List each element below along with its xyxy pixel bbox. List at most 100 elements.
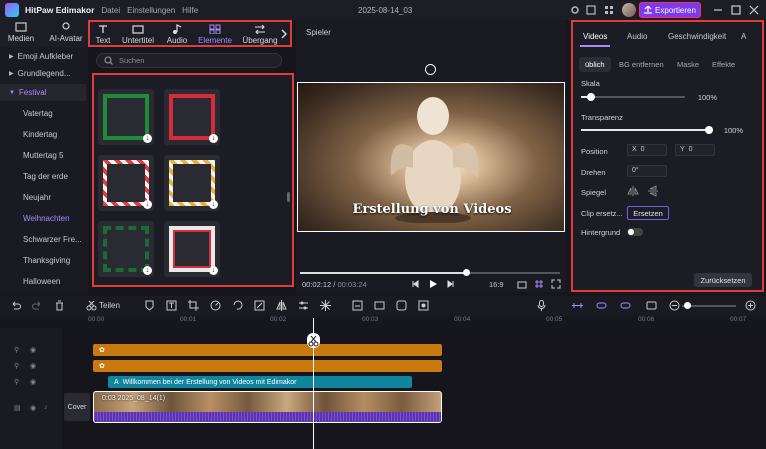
reset-button[interactable]: Zurücksetzen [694,273,752,287]
save-icon[interactable] [586,5,596,15]
rotate-handle-icon[interactable] [425,64,436,75]
track-lock-icon[interactable]: ⚲ [14,378,19,386]
menu-datei[interactable]: Datei [101,6,120,15]
subtab-maske[interactable]: Maske [677,60,699,69]
subtab-effekte[interactable]: Effekte [712,60,735,69]
preview-quality-icon[interactable] [646,300,657,311]
chevron-right-icon[interactable] [280,29,288,39]
effects-icon[interactable] [320,300,331,311]
subtab-ueblich[interactable]: üblich [579,57,611,72]
replace-button[interactable]: Ersetzen [627,206,669,220]
zoom-in-icon[interactable] [745,300,756,311]
grid-guide-icon[interactable] [534,279,544,289]
flip-horizontal-icon[interactable] [627,185,639,197]
subtab-bg-entfernen[interactable]: BG entfernen [619,60,664,69]
track-mute-icon[interactable]: ♪ [44,404,48,411]
close-icon[interactable] [748,4,760,16]
cover-button[interactable]: Cover [64,393,90,421]
adjust-icon[interactable] [298,300,309,311]
prev-frame-icon[interactable] [410,279,420,289]
position-x-field[interactable]: X 0 [627,144,667,156]
opacity-slider[interactable] [581,126,713,134]
track-visibility-icon[interactable]: ◉ [30,346,36,354]
freeze-icon[interactable] [254,300,265,311]
rotate-tool-icon[interactable] [232,300,243,311]
sidebar-item-schwarzer-freitag[interactable]: Schwarzer Fre... [0,231,86,248]
sidebar-item-neujahr[interactable]: Neujahr [0,189,86,206]
download-icon[interactable]: ↓ [143,134,152,143]
sidebar-item-thanksgiving[interactable]: Thanksgiving [0,252,86,269]
grid-icon[interactable] [604,5,614,15]
delete-icon[interactable] [54,300,65,311]
sticker-track-clip[interactable]: ✿ [93,360,442,372]
aspect-ratio-select[interactable]: 16:9 [489,280,504,289]
playhead-scissors-icon[interactable] [307,333,320,348]
track-lock-icon[interactable]: ⚲ [14,346,19,354]
download-icon[interactable]: ↓ [143,200,152,209]
snapshot-icon[interactable] [517,279,527,289]
sidebar-item-vatertag[interactable]: Vatertag [0,105,86,122]
download-icon[interactable]: ↓ [209,266,218,275]
tab-elemente[interactable]: Elemente [196,24,234,45]
next-frame-icon[interactable] [446,279,456,289]
crop-icon[interactable] [188,300,199,311]
sidebar-item-halloween[interactable]: Halloween [0,273,86,290]
opacity-knob[interactable] [705,126,713,134]
voice-tool-icon[interactable] [418,300,429,311]
tab-medien[interactable]: Medien [6,22,36,43]
link-icon[interactable] [596,300,607,311]
sidebar-item-kindertag[interactable]: Kindertag [0,126,86,143]
microphone-icon[interactable] [536,300,547,311]
tab-videos[interactable]: Videos [583,32,607,41]
rotate-field[interactable]: 0° [627,165,667,177]
export-button[interactable]: Exportieren [639,2,701,18]
sidebar-item-muttertag[interactable]: Muttertag 5 [0,147,86,164]
tab-audio[interactable]: Audio [164,24,190,45]
scrollbar[interactable] [287,192,290,202]
track-lock-icon[interactable]: ▤ [14,404,21,412]
subtitle-tool-icon[interactable] [352,300,363,311]
redo-icon[interactable] [32,300,43,311]
media-tool-icon[interactable] [374,300,385,311]
avatar[interactable] [622,3,636,17]
tab-audio-props[interactable]: Audio [627,32,647,41]
track-visibility-icon[interactable]: ◉ [30,362,36,370]
zoom-slider[interactable] [682,302,736,309]
sidebar-item-tag-der-erde[interactable]: Tag der erde [0,168,86,185]
undo-icon[interactable] [10,300,21,311]
scale-value[interactable]: 100% [687,93,717,102]
scale-knob[interactable] [587,93,596,101]
text-track-clip[interactable]: A Willkommen bei der Erstellung von Video… [108,376,412,388]
tab-uebergang[interactable]: Übergang [240,24,280,45]
download-icon[interactable]: ↓ [209,200,218,209]
track-visibility-icon[interactable]: ◉ [30,404,36,412]
sticker-thumbnail[interactable]: ↓ [98,221,154,277]
video-caption[interactable]: Erstellung von Videos [298,202,564,217]
tab-text[interactable]: Text [92,24,114,45]
split-icon[interactable] [86,300,97,311]
player-progress-bar[interactable] [300,269,560,276]
split-label[interactable]: Teilen [99,301,120,310]
ai-tool-icon[interactable] [396,300,407,311]
sidebar-item-weihnachten[interactable]: Weihnachten [0,210,86,227]
play-icon[interactable] [428,279,438,289]
sidebar-item-festival[interactable]: ▼ Festival [0,84,86,101]
opacity-value[interactable]: 100% [713,126,743,135]
sticker-thumbnail[interactable]: ↓ [164,89,220,145]
tab-more[interactable]: A [741,32,746,41]
sticker-thumbnail[interactable]: ↓ [164,155,220,211]
ripple-icon[interactable] [620,300,631,311]
tab-ai-avatar[interactable]: AI-Avatar [45,22,87,43]
minimize-icon[interactable] [712,4,724,16]
tab-geschwindigkeit[interactable]: Geschwindigkeit [668,32,726,41]
background-toggle[interactable] [627,228,643,236]
download-icon[interactable]: ↓ [143,266,152,275]
sticker-thumbnail[interactable]: ↓ [98,89,154,145]
fullscreen-icon[interactable] [551,279,561,289]
mirror-tool-icon[interactable] [276,300,287,311]
video-track-clip[interactable]: 0:03 2025_08_14(1) [93,391,442,423]
sticker-track-clip[interactable]: ✿ [93,344,442,356]
tab-untertitel[interactable]: Untertitel [120,24,156,45]
sticker-thumbnail[interactable]: ↓ [164,221,220,277]
snap-icon[interactable] [572,300,583,311]
